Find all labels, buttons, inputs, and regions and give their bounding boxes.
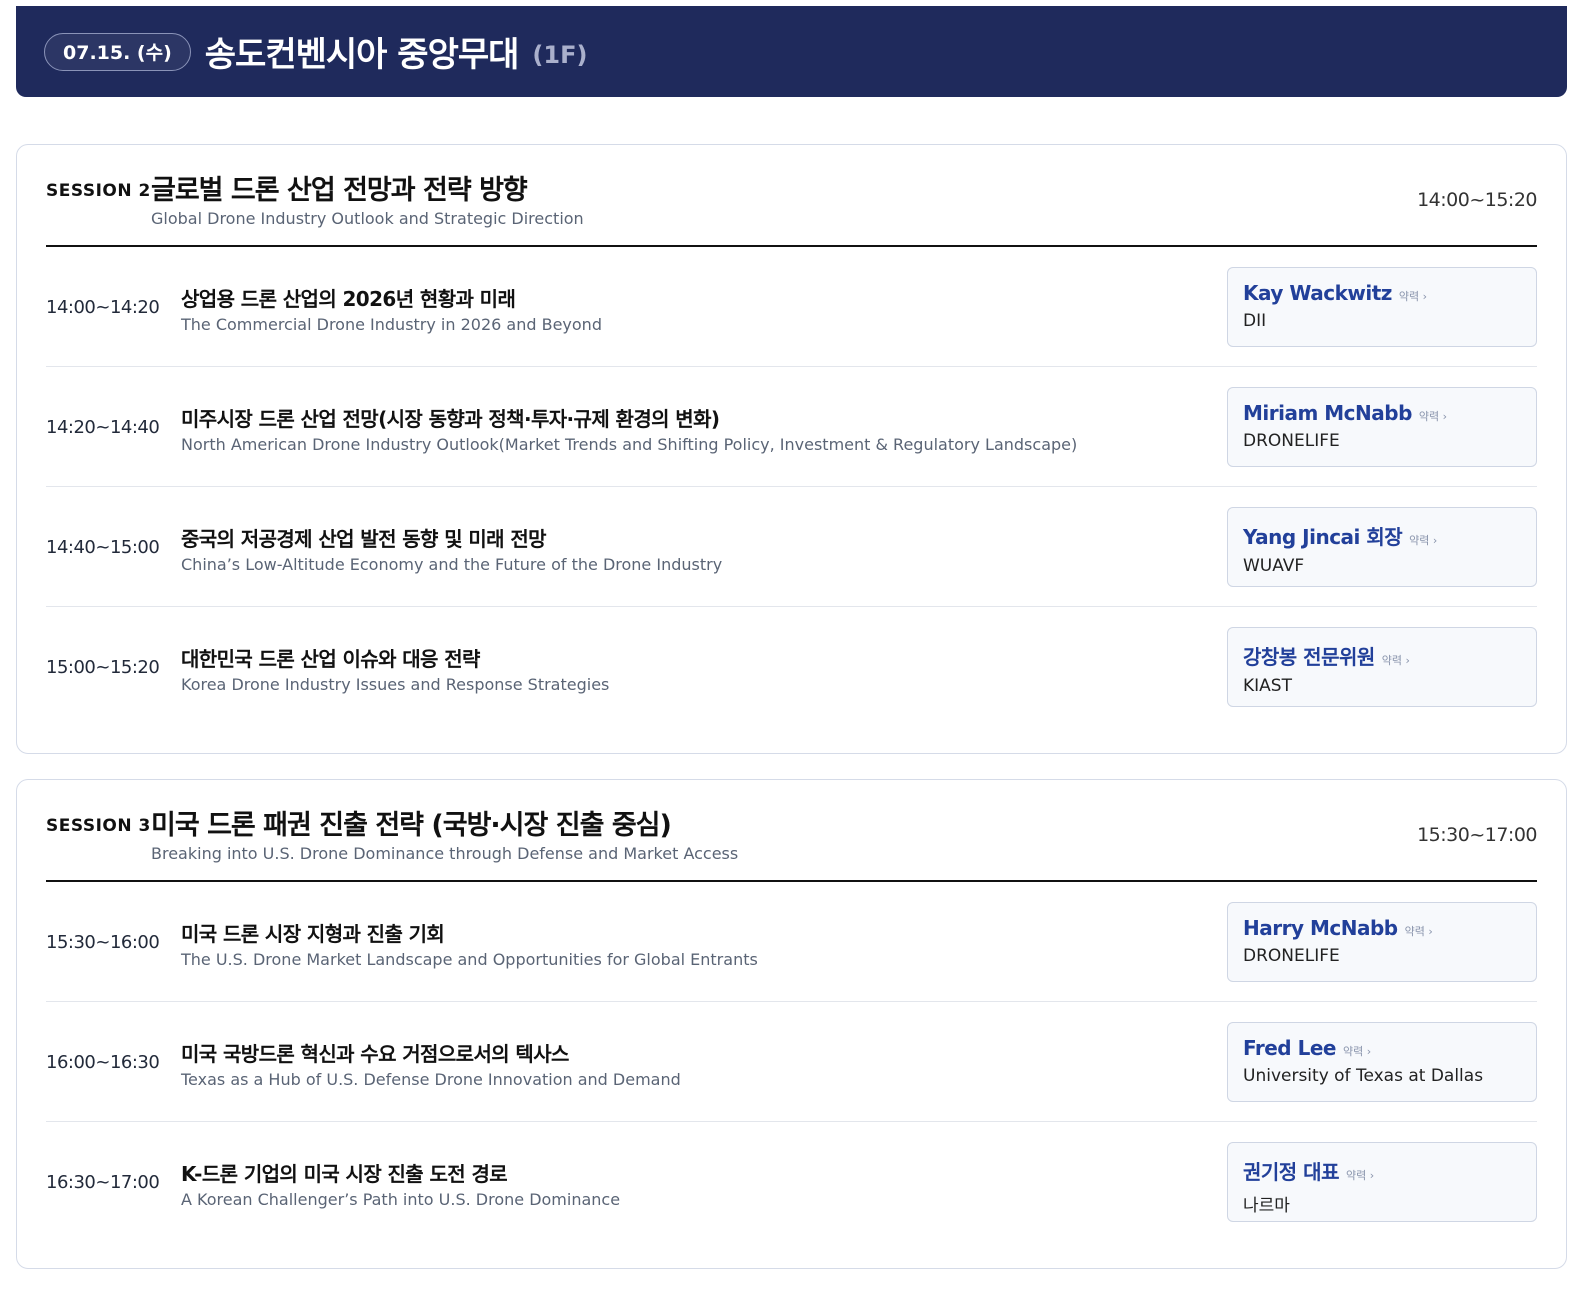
speaker-name[interactable]: Harry McNabb [1243, 916, 1398, 940]
speaker-name[interactable]: Miriam McNabb [1243, 401, 1412, 425]
speaker-card: Fred Lee 약력 › University of Texas at Dal… [1227, 1022, 1537, 1102]
speaker-card: Kay Wackwitz 약력 › DII [1227, 267, 1537, 347]
speaker-name[interactable]: Fred Lee [1243, 1036, 1336, 1060]
venue-header: 07.15. (수) 송도컨벤시아 중앙무대 (1F) [16, 6, 1567, 97]
bio-link[interactable]: 약력 › [1419, 408, 1447, 424]
session-card-3: SESSION 3 미국 드론 패권 진출 전략 (국방·시장 진출 중심) B… [16, 779, 1567, 1269]
speaker-org: DRONELIFE [1243, 431, 1340, 451]
speaker-name[interactable]: Yang Jincai 회장 [1243, 521, 1403, 550]
speaker-org: WUAVF [1243, 556, 1305, 576]
speaker-name[interactable]: 권기정 대표 [1243, 1156, 1339, 1185]
session-label: SESSION 2 [46, 181, 151, 201]
talk-row: 14:40~15:00 중국의 저공경제 산업 발전 동향 및 미래 전망 Ch… [46, 487, 1537, 607]
talk-title: 중국의 저공경제 산업 발전 동향 및 미래 전망 [181, 527, 547, 551]
talk-time: 16:00~16:30 [46, 1052, 160, 1073]
session-time: 15:30~17:00 [1417, 824, 1537, 846]
speaker-org: University of Texas at Dallas [1243, 1066, 1484, 1086]
talk-subtitle: Korea Drone Industry Issues and Response… [181, 675, 610, 694]
speaker-name[interactable]: Kay Wackwitz [1243, 281, 1392, 305]
speaker-org: KIAST [1243, 676, 1292, 696]
session-subtitle: Global Drone Industry Outlook and Strate… [151, 209, 584, 228]
talk-title: 미국 드론 시장 지형과 진출 기회 [181, 922, 445, 946]
talk-subtitle: The U.S. Drone Market Landscape and Oppo… [181, 950, 758, 969]
talk-row: 16:00~16:30 미국 국방드론 혁신과 수요 거점으로서의 텍사스 Te… [46, 1002, 1537, 1122]
venue-title: 송도컨벤시아 중앙무대 [204, 35, 520, 75]
talk-subtitle: Texas as a Hub of U.S. Defense Drone Inn… [181, 1070, 681, 1089]
session-title: 미국 드론 패권 진출 전략 (국방·시장 진출 중심) [151, 810, 672, 841]
bio-link[interactable]: 약력 › [1399, 288, 1427, 304]
talk-row: 14:00~14:20 상업용 드론 산업의 2026년 현황과 미래 The … [46, 247, 1537, 367]
talk-subtitle: China’s Low-Altitude Economy and the Fut… [181, 555, 723, 574]
talk-time: 14:40~15:00 [46, 537, 160, 558]
session-card-2: SESSION 2 글로벌 드론 산업 전망과 전략 방향 Global Dro… [16, 144, 1567, 754]
session-subtitle: Breaking into U.S. Drone Dominance throu… [151, 844, 739, 863]
speaker-card: Harry McNabb 약력 › DRONELIFE [1227, 902, 1537, 982]
bio-link[interactable]: 약력 › [1346, 1167, 1374, 1183]
speaker-org: 나르마 [1243, 1196, 1290, 1216]
talk-subtitle: The Commercial Drone Industry in 2026 an… [181, 315, 602, 334]
session-label: SESSION 3 [46, 816, 151, 836]
venue-floor: (1F) [532, 40, 588, 69]
speaker-card: Yang Jincai 회장 약력 › WUAVF [1227, 507, 1537, 587]
talk-subtitle: A Korean Challenger’s Path into U.S. Dro… [181, 1190, 621, 1209]
talk-title: 상업용 드론 산업의 2026년 현황과 미래 [181, 287, 516, 311]
talk-time: 15:30~16:00 [46, 932, 160, 953]
talk-time: 15:00~15:20 [46, 657, 160, 678]
bio-link[interactable]: 약력 › [1409, 532, 1437, 548]
talk-title: 대한민국 드론 산업 이슈와 대응 전략 [181, 647, 480, 671]
talk-time: 16:30~17:00 [46, 1172, 160, 1193]
talk-row: 15:30~16:00 미국 드론 시장 지형과 진출 기회 The U.S. … [46, 882, 1537, 1002]
talk-row: 16:30~17:00 K-드론 기업의 미국 시장 진출 도전 경로 A Ko… [46, 1122, 1537, 1242]
talk-subtitle: North American Drone Industry Outlook(Ma… [181, 435, 1078, 454]
speaker-card: 강창봉 전문위원 약력 › KIAST [1227, 627, 1537, 707]
session-header: SESSION 3 미국 드론 패권 진출 전략 (국방·시장 진출 중심) B… [46, 780, 1537, 882]
talk-row: 15:00~15:20 대한민국 드론 산업 이슈와 대응 전략 Korea D… [46, 607, 1537, 727]
talk-row: 14:20~14:40 미주시장 드론 산업 전망(시장 동향과 정책·투자·규… [46, 367, 1537, 487]
speaker-org: DRONELIFE [1243, 946, 1340, 966]
speaker-card: 권기정 대표 약력 › 나르마 [1227, 1142, 1537, 1222]
speaker-card: Miriam McNabb 약력 › DRONELIFE [1227, 387, 1537, 467]
talk-title: 미국 국방드론 혁신과 수요 거점으로서의 텍사스 [181, 1042, 569, 1066]
bio-link[interactable]: 약력 › [1343, 1043, 1371, 1059]
talk-title: K-드론 기업의 미국 시장 진출 도전 경로 [181, 1162, 508, 1186]
speaker-org: DII [1243, 311, 1267, 331]
talk-time: 14:00~14:20 [46, 297, 160, 318]
talk-time: 14:20~14:40 [46, 417, 160, 438]
bio-link[interactable]: 약력 › [1382, 652, 1410, 668]
speaker-name[interactable]: 강창봉 전문위원 [1243, 641, 1375, 670]
talk-title: 미주시장 드론 산업 전망(시장 동향과 정책·투자·규제 환경의 변화) [181, 407, 720, 431]
session-time: 14:00~15:20 [1417, 189, 1537, 211]
date-badge: 07.15. (수) [44, 32, 191, 71]
session-header: SESSION 2 글로벌 드론 산업 전망과 전략 방향 Global Dro… [46, 145, 1537, 247]
session-title: 글로벌 드론 산업 전망과 전략 방향 [151, 175, 528, 206]
bio-link[interactable]: 약력 › [1405, 923, 1433, 939]
